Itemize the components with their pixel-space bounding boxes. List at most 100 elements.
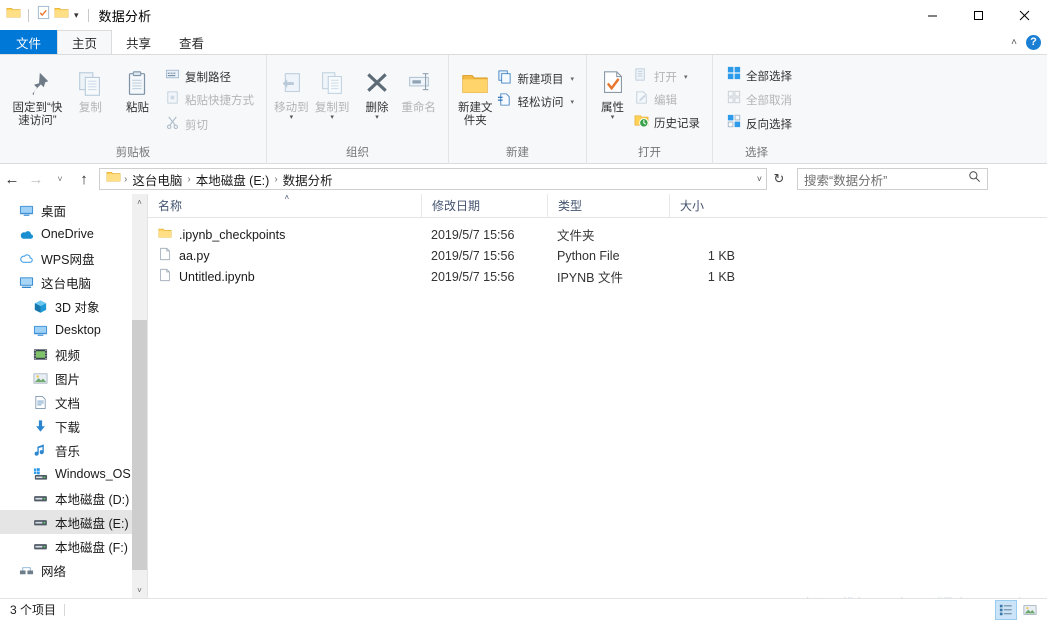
file-size-cell: 1 KB: [707, 248, 735, 263]
sidebar-item-desktop[interactable]: 桌面: [0, 198, 147, 222]
new-item-caret-icon[interactable]: ▾: [570, 75, 574, 83]
drive-icon: [32, 490, 48, 506]
ribbon-group-title-organize: 组织: [346, 147, 369, 159]
windows-drive-icon: [32, 466, 48, 482]
table-row[interactable]: Untitled.ipynb 2019/5/7 15:56 IPYNB 文件 1…: [148, 266, 1047, 287]
history-icon: [634, 113, 649, 133]
edit-button[interactable]: 编辑: [630, 89, 704, 110]
select-all-button[interactable]: 全部选择: [723, 65, 796, 86]
sidebar-item-local-disk-e[interactable]: 本地磁盘 (E:): [0, 510, 147, 534]
search-input[interactable]: 搜索“数据分析”: [797, 168, 988, 190]
properties-icon[interactable]: [36, 5, 51, 25]
sidebar-item-local-disk-f[interactable]: 本地磁盘 (F:): [0, 534, 147, 558]
select-all-icon: [727, 66, 741, 85]
ribbon-tab-strip-right: ˄ ?: [1011, 30, 1041, 54]
pin-icon: [22, 65, 52, 99]
copy-path-button[interactable]: 复制路径: [161, 66, 258, 87]
paste-shortcut-button[interactable]: 粘贴快捷方式: [161, 89, 258, 110]
scroll-up-arrow-icon[interactable]: ˄: [132, 194, 147, 210]
copy-button[interactable]: 复制: [67, 61, 114, 115]
new-folder-icon[interactable]: [54, 5, 69, 25]
tab-view[interactable]: 查看: [165, 30, 218, 54]
sidebar-item-documents[interactable]: 文档: [0, 390, 147, 414]
chevron-down-icon[interactable]: ▾: [72, 10, 81, 21]
delete-button[interactable]: 删除 ▾: [357, 61, 398, 121]
sidebar-item-music[interactable]: 音乐: [0, 438, 147, 462]
new-item-button[interactable]: 新建项目 ▾: [493, 68, 578, 89]
pin-to-quick-access-label: 固定到“快速访问”: [12, 102, 63, 127]
sidebar-item-windows-os-c[interactable]: Windows_OS (C:): [0, 462, 147, 486]
search-icon[interactable]: [968, 170, 981, 188]
easy-access-button[interactable]: 轻松访问 ▾: [493, 91, 578, 112]
ribbon: 固定到“快速访问” 复制 粘贴 复制路径 粘贴快捷方式 剪切 剪贴板 移动到 ▾…: [0, 54, 1047, 164]
cut-button[interactable]: 剪切: [161, 114, 258, 135]
breadcrumb-item-0[interactable]: 这台电脑: [128, 170, 186, 189]
sidebar-item-network[interactable]: 网络: [0, 558, 147, 582]
sidebar-item-videos[interactable]: 视频: [0, 342, 147, 366]
breadcrumb-dropdown-icon[interactable]: ˅: [757, 174, 762, 184]
table-row[interactable]: .ipynb_checkpoints 2019/5/7 15:56 文件夹: [148, 224, 1047, 245]
close-button[interactable]: [1001, 0, 1047, 30]
large-icons-view-button[interactable]: [1019, 600, 1041, 620]
delete-caret-icon[interactable]: ▾: [375, 114, 379, 121]
back-button[interactable]: ←: [0, 166, 24, 192]
properties-button[interactable]: 属性 ▾: [595, 61, 630, 121]
up-button[interactable]: ↑: [72, 166, 96, 192]
open-button[interactable]: 打开 ▾: [630, 66, 704, 87]
new-folder-button[interactable]: 新建文件夹: [457, 61, 493, 128]
sidebar-item-local-disk-d[interactable]: 本地磁盘 (D:): [0, 486, 147, 510]
breadcrumb-item-1[interactable]: 本地磁盘 (E:): [192, 170, 274, 189]
sidebar-label: WPS网盘: [41, 252, 95, 267]
sidebar-item-3d-objects[interactable]: 3D 对象: [0, 294, 147, 318]
column-header-date[interactable]: 修改日期: [421, 193, 547, 218]
rename-button[interactable]: 重命名: [397, 61, 440, 115]
sidebar-label: 本地磁盘 (E:): [55, 516, 129, 531]
move-to-caret-icon[interactable]: ▾: [290, 114, 294, 121]
copy-to-button[interactable]: 复制到 ▾: [312, 61, 353, 121]
move-to-button[interactable]: 移动到 ▾: [271, 61, 312, 121]
sidebar-item-downloads[interactable]: 下载: [0, 414, 147, 438]
sidebar-label: 音乐: [55, 444, 81, 459]
sidebar-item-desktop-folder[interactable]: Desktop: [0, 318, 147, 342]
sidebar-item-this-pc[interactable]: 这台电脑: [0, 270, 147, 294]
help-icon[interactable]: ?: [1026, 34, 1041, 50]
collapse-ribbon-icon[interactable]: ˄: [1011, 37, 1017, 48]
sidebar-item-wps-cloud[interactable]: WPS网盘: [0, 246, 147, 270]
select-none-button[interactable]: 全部取消: [723, 89, 796, 110]
column-header-name[interactable]: ˄ 名称: [148, 193, 421, 218]
sidebar-item-pictures[interactable]: 图片: [0, 366, 147, 390]
downloads-icon: [32, 418, 48, 434]
minimize-button[interactable]: [909, 0, 955, 30]
folder-icon[interactable]: [6, 5, 21, 25]
column-header-size[interactable]: 大小: [669, 193, 747, 218]
cut-icon: [165, 115, 180, 135]
maximize-button[interactable]: [955, 0, 1001, 30]
properties-caret-icon[interactable]: ▾: [611, 114, 615, 121]
new-folder-large-icon: [460, 65, 490, 99]
breadcrumb-item-2[interactable]: 数据分析: [279, 170, 337, 189]
tab-share[interactable]: 共享: [112, 30, 165, 54]
copy-to-caret-icon[interactable]: ▾: [330, 114, 334, 121]
tab-home[interactable]: 主页: [57, 30, 113, 54]
tab-file[interactable]: 文件: [0, 30, 58, 54]
forward-button[interactable]: →: [24, 166, 48, 192]
navigation-scrollbar[interactable]: ˄ ˅: [132, 194, 147, 598]
item-count-label: 3 个项目: [10, 603, 57, 617]
details-view-button[interactable]: [995, 600, 1017, 620]
drive-icon: [32, 538, 48, 554]
paste-button[interactable]: 粘贴: [114, 61, 161, 115]
scroll-down-arrow-icon[interactable]: ˅: [132, 582, 147, 598]
column-header-type[interactable]: 类型: [547, 193, 669, 218]
recent-locations-button[interactable]: ˅: [48, 166, 72, 192]
table-row[interactable]: aa.py 2019/5/7 15:56 Python File 1 KB: [148, 245, 1047, 266]
sidebar-label: 下载: [55, 420, 81, 435]
breadcrumb[interactable]: › 这台电脑 › 本地磁盘 (E:) › 数据分析 ˅: [99, 168, 767, 190]
easy-access-caret-icon[interactable]: ▾: [570, 98, 574, 106]
invert-selection-button[interactable]: 反向选择: [723, 113, 796, 134]
scrollbar-thumb[interactable]: [132, 320, 147, 570]
refresh-button[interactable]: ↻: [767, 168, 791, 190]
sidebar-item-onedrive[interactable]: OneDrive: [0, 222, 147, 246]
pin-to-quick-access-button[interactable]: 固定到“快速访问”: [8, 61, 67, 128]
open-caret-icon[interactable]: ▾: [684, 73, 688, 81]
history-button[interactable]: 历史记录: [630, 112, 704, 133]
